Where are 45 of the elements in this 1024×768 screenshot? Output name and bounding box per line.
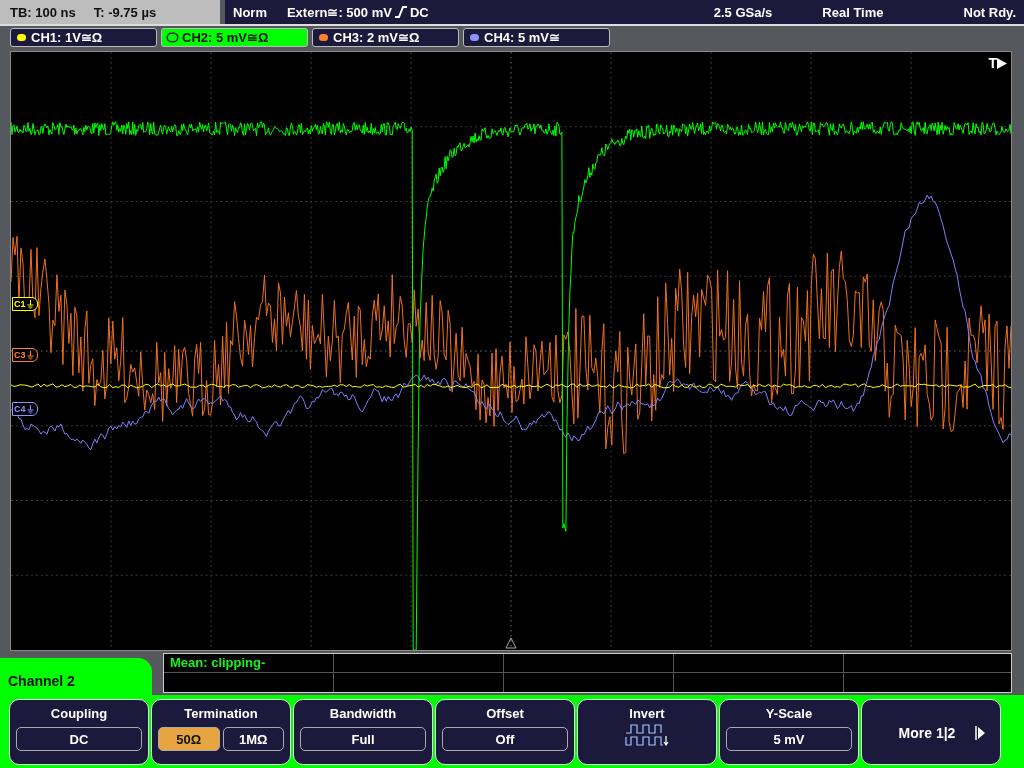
value-button[interactable]: Full [300,727,426,751]
softkey[interactable]: Bandwidth Full [293,699,433,765]
value-button[interactable]: DC [16,727,142,751]
softkey-label: Bandwidth [329,706,397,721]
trigger-marker-text: T [988,55,997,71]
ground-icon [26,350,34,360]
softkey-label: Coupling [50,706,108,721]
option-button[interactable]: 1MΩ [222,727,284,751]
softkey[interactable]: Invert [577,699,717,765]
ground-icon [26,404,34,414]
more-softkey[interactable]: More 1|2 [861,699,1001,765]
softkey-label: Offset [486,706,524,721]
channel-marker[interactable]: C4 [12,402,38,416]
channel-tab[interactable]: CH4: 5 mV≅ [463,28,610,47]
softkey-label: Termination [184,706,258,721]
channel-marker[interactable]: C3 [12,348,38,362]
acquisition-mode-text: Real Time [822,4,884,20]
trigger-time-text: T: -9.75 µs [93,4,157,20]
trigger-status-text: Not Rdy. [963,4,1016,20]
trigger-position-icon [505,637,517,649]
channel-tab[interactable]: CH3: 2 mV≅Ω [312,28,459,47]
timebase-text: TB: 100 ns [10,4,76,20]
measurement-text: Mean: clipping- [170,655,266,670]
ground-icon [26,299,34,309]
channel-tab[interactable]: CH1: 1V≅Ω [10,28,157,47]
square-wave-icon [625,723,669,749]
channel-marker[interactable]: C1 [12,297,38,311]
softkey[interactable]: Coupling DC [9,699,149,765]
trigger-source-text: Extern≅: 500 mV [286,4,392,20]
option-button[interactable]: 50Ω [158,727,220,751]
rising-edge-icon [393,5,408,19]
softkey-label: Invert [629,706,665,721]
channel-tab[interactable]: CH2: 5 mV≅Ω [161,28,308,47]
menu-title: Channel 2 [8,672,75,689]
softkey[interactable]: Offset Off [435,699,575,765]
play-triangle-icon [997,57,1007,69]
value-button[interactable]: Off [442,727,568,751]
trigger-mode-text: Norm [233,4,267,20]
softkey-label: Y-Scale [765,706,813,721]
softkey[interactable]: Y-Scale 5 mV [719,699,859,765]
trigger-coupling-text: DC [409,4,429,20]
sample-rate-text: 2.5 GSa/s [713,4,773,20]
next-page-icon [975,726,986,740]
value-button[interactable]: 5 mV [726,727,852,751]
softkey[interactable]: Termination 50Ω 1MΩ [151,699,291,765]
